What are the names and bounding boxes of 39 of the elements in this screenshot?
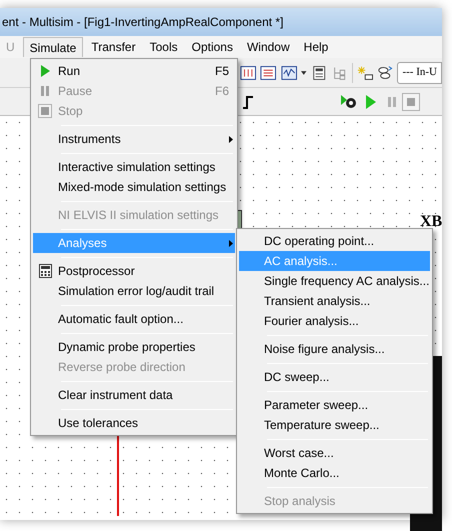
menu-bar-item[interactable]: Window (240, 37, 296, 57)
menu-item[interactable]: Temperature sweep... (239, 415, 430, 435)
menu-item[interactable]: Automatic fault option... (33, 309, 235, 329)
menu-item[interactable]: Run F5 (33, 61, 235, 81)
waveform-icon[interactable] (280, 64, 298, 82)
menu-item[interactable]: Clear instrument data (33, 385, 235, 405)
step-icon[interactable] (242, 94, 254, 108)
menu-item[interactable]: Mixed-mode simulation settings (33, 177, 235, 197)
menu-item[interactable]: Fourier analysis... (239, 311, 430, 331)
menu-item[interactable]: Worst case... (239, 443, 430, 463)
menu-item[interactable]: Instruments (33, 129, 235, 149)
menu-bar-item[interactable]: Options (186, 37, 239, 57)
menu-item[interactable]: Noise figure analysis... (239, 339, 430, 359)
menu-bar-item[interactable]: Transfer (85, 37, 142, 57)
menu-item[interactable]: Interactive simulation settings (33, 157, 235, 177)
caret-icon[interactable] (301, 70, 307, 74)
menu-item[interactable]: Monte Carlo... (239, 463, 430, 483)
database-icon[interactable] (377, 64, 394, 82)
menu-item[interactable]: Use tolerances (33, 413, 235, 433)
menu-item[interactable]: Parameter sweep... (239, 395, 430, 415)
grid-icon[interactable] (240, 64, 256, 82)
sparkle-icon[interactable] (356, 64, 374, 82)
menu-item[interactable]: DC sweep... (239, 367, 430, 387)
menu-item[interactable]: DC operating point... (239, 231, 430, 251)
menu-item[interactable]: Transient analysis... (239, 291, 430, 311)
menu-bar-item[interactable]: Simulate (22, 37, 84, 57)
menu-bar-item[interactable]: Help (298, 37, 334, 57)
pause-icon (41, 86, 49, 96)
menu-item[interactable]: Dynamic probe properties (33, 337, 235, 357)
combo-box[interactable]: --- In-U (397, 62, 442, 84)
window-title: ent - Multisim - [Fig1-InvertingAmpRealComponent *] (2, 14, 284, 31)
menu-bar-item[interactable]: Tools (144, 37, 184, 57)
component-label: XB (420, 212, 442, 232)
play-icon (40, 65, 50, 77)
stop-icon (38, 104, 52, 118)
menu-item[interactable]: Single frequency AC analysis... (239, 271, 430, 291)
menu-item[interactable]: Simulation error log/audit trail (33, 281, 235, 301)
menu-item[interactable]: Postprocessor (33, 261, 235, 281)
grid-icon[interactable] (260, 64, 277, 82)
